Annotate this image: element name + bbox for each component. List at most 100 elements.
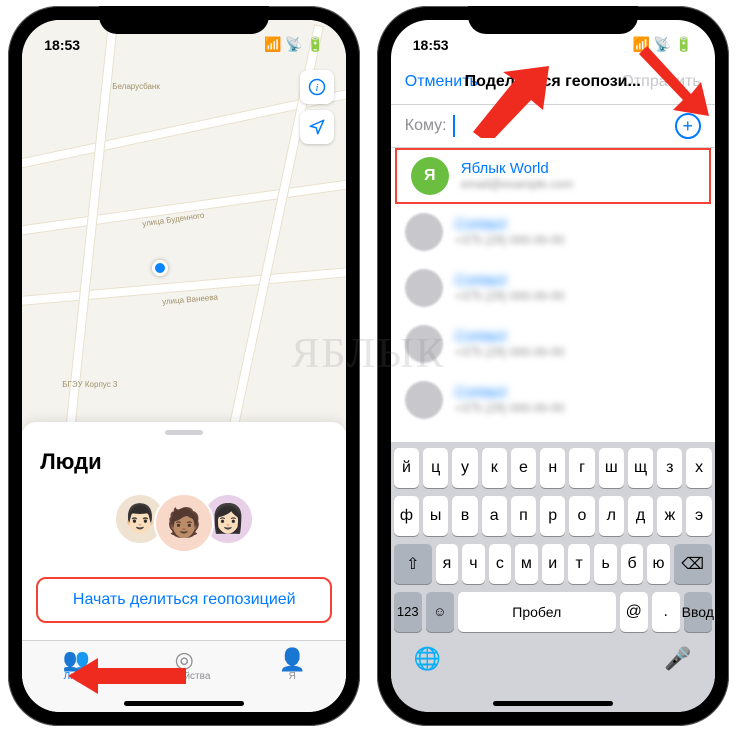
key[interactable]: х bbox=[686, 448, 711, 488]
key[interactable]: ь bbox=[594, 544, 616, 584]
contacts-list[interactable]: Я Яблык World email@example.com Contact … bbox=[391, 148, 715, 442]
key[interactable]: щ bbox=[628, 448, 653, 488]
space-key[interactable]: Пробел bbox=[458, 592, 616, 632]
key[interactable]: з bbox=[657, 448, 682, 488]
status-time: 18:53 bbox=[413, 37, 449, 53]
key[interactable]: е bbox=[511, 448, 536, 488]
key[interactable]: и bbox=[542, 544, 564, 584]
map-info-button[interactable]: i bbox=[300, 70, 334, 104]
key[interactable]: а bbox=[482, 496, 507, 536]
current-location-dot bbox=[152, 260, 168, 276]
home-indicator[interactable] bbox=[124, 701, 244, 706]
avatar: Я bbox=[411, 157, 449, 195]
screen-left: 18:53 📶 📡 🔋 Беларусбанк улица Буденного … bbox=[22, 20, 346, 712]
backspace-key[interactable]: ⌫ bbox=[674, 544, 712, 584]
key[interactable]: г bbox=[569, 448, 594, 488]
avatar bbox=[405, 213, 443, 251]
contact-detail: +375 (29) 000-00-00 bbox=[455, 401, 701, 415]
key[interactable]: л bbox=[599, 496, 624, 536]
keyboard-row-3: ⇧ я ч с м и т ь б ю ⌫ bbox=[394, 544, 712, 584]
memoji-row: 👨🏻 🧑🏽 👩🏻 bbox=[22, 485, 346, 569]
phone-left: 18:53 📶 📡 🔋 Беларусбанк улица Буденного … bbox=[8, 6, 360, 726]
contact-detail: +375 (29) 000-00-00 bbox=[455, 233, 701, 247]
avatar bbox=[405, 381, 443, 419]
shift-key[interactable]: ⇧ bbox=[394, 544, 432, 584]
contact-row[interactable]: Contact +375 (29) 000-00-00 bbox=[391, 204, 715, 260]
contact-detail: +375 (29) 000-00-00 bbox=[455, 289, 701, 303]
phone-right: 18:53 📶 📡 🔋 Отменить Поделиться геопози.… bbox=[377, 6, 729, 726]
avatar bbox=[405, 269, 443, 307]
keyboard-footer: 🌐 🎤 bbox=[394, 640, 712, 678]
key[interactable]: ш bbox=[599, 448, 624, 488]
notch bbox=[468, 6, 638, 34]
key[interactable]: ч bbox=[462, 544, 484, 584]
key[interactable]: я bbox=[436, 544, 458, 584]
key[interactable]: ы bbox=[423, 496, 448, 536]
key[interactable]: ю bbox=[647, 544, 669, 584]
me-icon: 👤 bbox=[238, 647, 346, 671]
key[interactable]: д bbox=[628, 496, 653, 536]
key[interactable]: ц bbox=[423, 448, 448, 488]
contact-row[interactable]: Contact +375 (29) 000-00-00 bbox=[391, 316, 715, 372]
annotation-arrow-add-button bbox=[639, 40, 717, 118]
sheet-title: Люди bbox=[22, 445, 346, 485]
key[interactable]: э bbox=[686, 496, 711, 536]
avatar bbox=[405, 325, 443, 363]
key[interactable]: б bbox=[621, 544, 643, 584]
to-label: Кому: bbox=[405, 117, 447, 135]
drag-handle[interactable] bbox=[165, 430, 203, 435]
annotation-arrow-tab bbox=[68, 654, 188, 698]
at-key[interactable]: @ bbox=[620, 592, 648, 632]
screen-right: 18:53 📶 📡 🔋 Отменить Поделиться геопози.… bbox=[391, 20, 715, 712]
map-locate-button[interactable] bbox=[300, 110, 334, 144]
text-cursor bbox=[453, 115, 455, 137]
keyboard-row-2: ф ы в а п р о л д ж э bbox=[394, 496, 712, 536]
svg-text:i: i bbox=[316, 82, 319, 93]
key[interactable]: ф bbox=[394, 496, 419, 536]
key[interactable]: ж bbox=[657, 496, 682, 536]
mic-icon[interactable]: 🎤 bbox=[664, 646, 691, 672]
notch bbox=[99, 6, 269, 34]
status-icons: 📶 📡 🔋 bbox=[264, 36, 324, 53]
start-share-button[interactable]: Начать делиться геопозицией bbox=[36, 577, 332, 623]
contact-detail: email@example.com bbox=[461, 177, 695, 191]
signal-icon: 📶 bbox=[264, 36, 281, 53]
keyboard-row-1: й ц у к е н г ш щ з х bbox=[394, 448, 712, 488]
key[interactable]: й bbox=[394, 448, 419, 488]
contact-name: Яблык World bbox=[461, 160, 695, 177]
memoji-2: 🧑🏽 bbox=[154, 493, 214, 553]
key[interactable]: о bbox=[569, 496, 594, 536]
annotation-arrow-to-field bbox=[469, 66, 553, 138]
key[interactable]: с bbox=[489, 544, 511, 584]
key[interactable]: в bbox=[452, 496, 477, 536]
contact-row[interactable]: Я Яблык World email@example.com bbox=[395, 148, 711, 204]
dot-key[interactable]: . bbox=[652, 592, 680, 632]
key[interactable]: р bbox=[540, 496, 565, 536]
key[interactable]: м bbox=[515, 544, 537, 584]
home-indicator[interactable] bbox=[493, 701, 613, 706]
key[interactable]: т bbox=[568, 544, 590, 584]
contact-row[interactable]: Contact +375 (29) 000-00-00 bbox=[391, 372, 715, 428]
emoji-key[interactable]: ☺ bbox=[426, 592, 454, 632]
map-label-bseu: БГЭУ Корпус 3 bbox=[62, 380, 117, 389]
contact-row[interactable]: Contact +375 (29) 000-00-00 bbox=[391, 260, 715, 316]
battery-icon: 🔋 bbox=[307, 36, 324, 53]
key[interactable]: н bbox=[540, 448, 565, 488]
numbers-key[interactable]: 123 bbox=[394, 592, 422, 632]
key[interactable]: у bbox=[452, 448, 477, 488]
status-time: 18:53 bbox=[44, 37, 80, 53]
globe-icon[interactable]: 🌐 bbox=[414, 646, 441, 672]
map[interactable]: Беларусбанк улица Буденного улица Ванеев… bbox=[22, 20, 346, 430]
tab-me[interactable]: 👤 Я bbox=[238, 647, 346, 682]
wifi-icon: 📡 bbox=[285, 36, 302, 53]
key[interactable]: к bbox=[482, 448, 507, 488]
keyboard-row-4: 123 ☺ Пробел @ . Ввод bbox=[394, 592, 712, 632]
tab-label: Я bbox=[289, 671, 296, 682]
map-label-st2: улица Ванеева bbox=[162, 292, 219, 306]
location-arrow-icon bbox=[308, 118, 326, 136]
key[interactable]: п bbox=[511, 496, 536, 536]
return-key[interactable]: Ввод bbox=[684, 592, 712, 632]
info-icon: i bbox=[308, 78, 326, 96]
keyboard[interactable]: й ц у к е н г ш щ з х ф ы в а п р о л bbox=[391, 442, 715, 712]
contact-name: Contact bbox=[455, 216, 701, 233]
